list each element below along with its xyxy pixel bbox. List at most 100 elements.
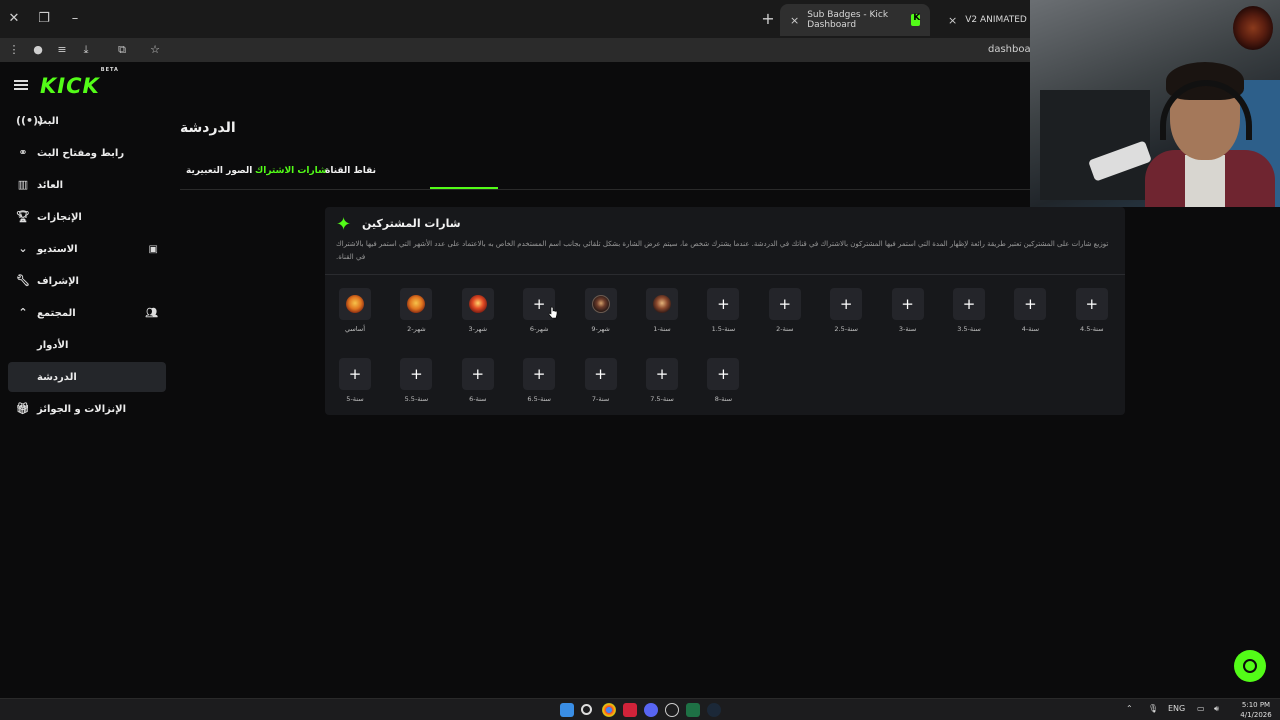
tab-emotes[interactable]: الصور التعبيرية <box>186 166 252 176</box>
add-badge-button[interactable]: + <box>953 288 985 320</box>
window-minimize-icon[interactable]: – <box>65 9 85 29</box>
language-indicator[interactable]: ENG <box>1168 704 1185 713</box>
sidebar-item-studio[interactable]: ⌄ الاستديو ▣ <box>8 234 166 264</box>
search-icon[interactable] <box>581 704 592 715</box>
sidebar-item-achievements[interactable]: 🏆︎ الإنجازات <box>8 202 166 232</box>
badge-image[interactable] <box>646 288 678 320</box>
badge-slot[interactable]: + سنة-3 <box>888 288 928 340</box>
add-badge-button[interactable]: + <box>891 288 924 320</box>
adobe-icon[interactable] <box>623 703 637 717</box>
menu-dots-icon[interactable]: ⋮ <box>6 42 22 58</box>
display-icon[interactable]: ▭ <box>1197 704 1205 713</box>
dark-emblem-icon <box>591 295 610 313</box>
microphone-icon[interactable]: 🎙︎ <box>1148 704 1158 713</box>
chrome-icon[interactable] <box>602 703 616 717</box>
add-badge-button[interactable]: + <box>1014 288 1047 320</box>
badge-slot[interactable]: + سنة-4 <box>1010 288 1050 340</box>
badge-image[interactable] <box>461 288 494 320</box>
add-badge-button[interactable]: + <box>400 358 433 390</box>
badge-slot[interactable]: + سنة-2.5 <box>826 288 866 340</box>
help-button[interactable] <box>1234 650 1266 682</box>
add-badge-button[interactable]: + <box>584 358 617 390</box>
fire-emblem-icon <box>346 295 364 313</box>
chevron-up-icon[interactable]: ⌃ <box>1126 704 1133 713</box>
badge-slot[interactable]: أساسي <box>335 288 375 340</box>
add-badge-button[interactable]: + <box>339 358 371 390</box>
studio-icon: ▣ <box>148 243 158 255</box>
add-badge-button[interactable]: + <box>707 358 740 390</box>
sidebar-item-community[interactable]: ⌃ المجتمع 👥︎ <box>8 298 166 328</box>
new-tab-button[interactable]: + <box>760 9 776 29</box>
card-title: شارات المشتركين <box>362 217 461 230</box>
badge-slot[interactable]: + سنة-7.5 <box>642 358 682 410</box>
badge-image[interactable] <box>584 288 617 320</box>
windows-start-icon[interactable] <box>560 703 574 717</box>
discord-icon[interactable] <box>644 703 658 717</box>
live-icon: ((•)) <box>16 114 44 127</box>
badge-slot[interactable]: + سنة-8 <box>703 358 743 410</box>
card-description: توزيع شارات على المشتركين تعتبر طريقة را… <box>336 240 1109 261</box>
badge-label: سنة-5.5 <box>404 395 429 403</box>
sidebar-item-revenue[interactable]: ▥ العائد <box>8 170 166 200</box>
window-close-icon[interactable]: ✕ <box>4 9 24 29</box>
lion-logo <box>1233 6 1273 50</box>
plus-icon: + <box>1085 295 1099 313</box>
add-badge-button[interactable]: + <box>1075 288 1108 320</box>
tab-close-icon[interactable]: × <box>948 14 957 27</box>
sidebar-item-stream-key[interactable]: ⚭ رابط ومفتاح البث <box>8 138 166 168</box>
windows-taskbar: ⌃ 🎙︎ ENG ▭ 🔊︎ 5:10 PM 4/1/2026 <box>0 698 1280 720</box>
sidebar-item-roles[interactable]: الأدوار <box>8 330 166 360</box>
tab-close-icon[interactable]: × <box>790 14 799 27</box>
card-header: ✦ شارات المشتركين توزيع شارات على المشتر… <box>325 207 1125 275</box>
hamburger-menu-icon[interactable] <box>14 80 28 90</box>
badge-slot[interactable]: + سنة-6 <box>458 358 498 410</box>
steam-icon[interactable] <box>707 703 721 717</box>
badge-slot[interactable]: + سنة-4.5 <box>1072 288 1112 340</box>
active-tab-indicator <box>430 187 498 189</box>
sidebar-item-stream[interactable]: ((•)) البث <box>8 106 166 136</box>
window-restore-icon[interactable]: ❐ <box>34 9 54 29</box>
sidebar-item-moderation[interactable]: 🔧︎ الإشراف <box>8 266 166 296</box>
badge-slot[interactable]: + سنة-1.5 <box>703 288 743 340</box>
badge-slot[interactable]: + سنة-3.5 <box>949 288 989 340</box>
badge-slot[interactable]: + سنة-5 <box>335 358 375 410</box>
badge-slot[interactable]: + سنة-6.5 <box>519 358 559 410</box>
badge-slot[interactable]: سنة-1 <box>642 288 682 340</box>
badge-image[interactable] <box>400 288 433 320</box>
kick-favicon-icon <box>911 13 920 26</box>
bookmark-star-icon[interactable]: ☆ <box>147 42 163 58</box>
sidebar-item-chat[interactable]: الدردشة <box>8 362 166 392</box>
excel-icon[interactable] <box>686 703 700 717</box>
tab-sub-badges[interactable]: شارات الاشتراك <box>255 166 327 176</box>
badge-slot[interactable]: شهر-3 <box>458 288 498 340</box>
profile-avatar-icon[interactable]: ● <box>30 42 46 58</box>
badge-slot[interactable]: + سنة-7 <box>581 358 621 410</box>
badge-image[interactable] <box>339 288 371 320</box>
download-icon[interactable]: ⤓ <box>78 42 94 58</box>
extensions-icon[interactable]: ⧉ <box>114 42 130 58</box>
tab-title: Sub Badges - Kick Dashboard <box>807 10 889 30</box>
badge-label: سنة-6 <box>469 395 487 403</box>
webcam-overlay <box>1030 0 1280 207</box>
add-badge-button[interactable]: + <box>707 288 740 320</box>
badge-slot[interactable]: + سنة-2 <box>765 288 805 340</box>
system-clock[interactable]: 5:10 PM 4/1/2026 <box>1236 700 1276 720</box>
settings-gear-icon[interactable] <box>665 703 679 717</box>
plus-icon: + <box>901 295 914 313</box>
badge-slot[interactable]: شهر-2 <box>396 288 436 340</box>
badge-slot[interactable]: + سنة-5.5 <box>396 358 436 410</box>
kick-logo[interactable]: KICKBETA <box>40 67 118 98</box>
browser-tab[interactable]: × V2 ANIMATED - Go <box>938 4 1033 36</box>
plus-icon: + <box>348 365 362 383</box>
tab-channel-points[interactable]: نقاط القناة <box>325 166 376 176</box>
add-badge-button[interactable]: + <box>830 288 863 320</box>
badge-slot[interactable]: شهر-9 <box>581 288 621 340</box>
browser-tab-active[interactable]: × Sub Badges - Kick Dashboard <box>780 4 930 36</box>
sidebar-item-drops[interactable]: 🎁︎ الإنزالات و الجوائز <box>8 394 166 424</box>
add-badge-button[interactable]: + <box>646 358 678 390</box>
volume-icon[interactable]: 🔊︎ <box>1214 704 1219 714</box>
add-badge-button[interactable]: + <box>461 358 494 390</box>
playlist-icon[interactable]: ≡ <box>54 42 70 58</box>
add-badge-button[interactable]: + <box>523 358 556 390</box>
add-badge-button[interactable]: + <box>768 288 801 320</box>
